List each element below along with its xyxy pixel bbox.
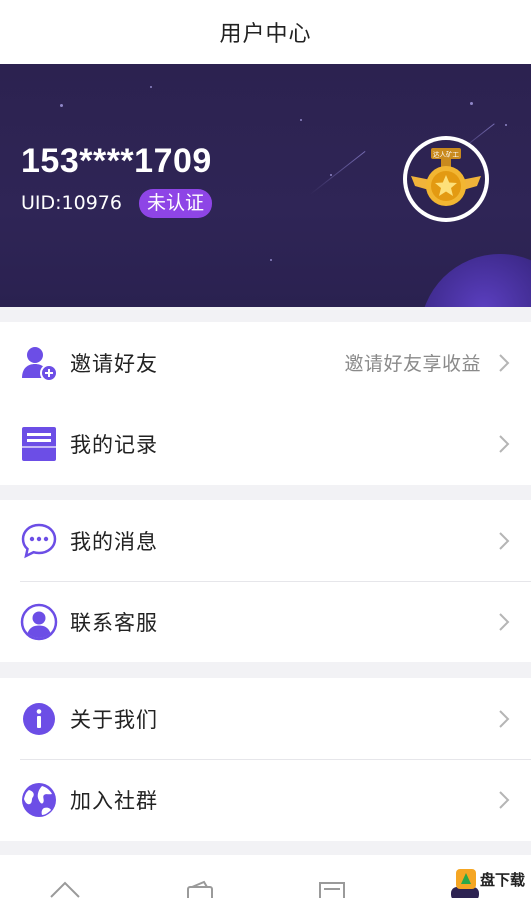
- customer-service-icon: [20, 603, 58, 641]
- chevron-right-icon: [499, 435, 510, 453]
- record-icon: [20, 425, 58, 463]
- menu-label: 我的消息: [70, 529, 158, 554]
- chevron-right-icon: [499, 710, 510, 728]
- planet-decoration: [420, 254, 531, 307]
- menu-group-3: 关于我们 加入社群: [0, 678, 531, 841]
- menu-label: 加入社群: [70, 788, 158, 813]
- chevron-right-icon: [499, 613, 510, 631]
- logo-icon: [455, 869, 476, 889]
- menu-group-2: 我的消息 联系客服: [0, 500, 531, 662]
- info-icon: [20, 700, 58, 738]
- user-uid: UID:10976: [21, 192, 122, 214]
- chevron-right-icon: [499, 791, 510, 809]
- message-icon: [20, 522, 58, 560]
- profile-header: 153****1709 UID:10976 未认证 达人矿工: [0, 64, 531, 307]
- menu-label: 我的记录: [70, 432, 158, 457]
- user-phone: 153****1709: [21, 142, 212, 180]
- page-title: 用户中心: [219, 22, 312, 47]
- menu-item-my-records[interactable]: 我的记录: [0, 403, 531, 484]
- watermark-logo: 盘下载: [455, 868, 525, 890]
- verify-status-badge[interactable]: 未认证: [139, 189, 213, 218]
- menu-label: 联系客服: [70, 610, 158, 635]
- menu-label: 邀请好友: [70, 351, 158, 376]
- watermark-text: 盘下载: [479, 870, 525, 889]
- medal-label: 达人矿工: [433, 150, 460, 159]
- menu-item-join-community[interactable]: 加入社群: [0, 759, 531, 840]
- menu-group-1: 邀请好友 邀请好友享收益 我的记录: [0, 322, 531, 485]
- home-icon[interactable]: [45, 877, 85, 898]
- menu-item-invite-friends[interactable]: 邀请好友 邀请好友享收益: [0, 322, 531, 403]
- list-icon[interactable]: [312, 877, 352, 898]
- chevron-right-icon: [499, 532, 510, 550]
- menu-label: 关于我们: [70, 707, 158, 732]
- bottom-tab-bar: [0, 855, 531, 898]
- medal-icon[interactable]: 达人矿工: [401, 134, 491, 224]
- title-bar: 用户中心: [0, 0, 531, 64]
- globe-icon: [20, 781, 58, 819]
- wallet-icon[interactable]: [180, 877, 220, 898]
- chevron-right-icon: [499, 354, 510, 372]
- add-friend-icon: [20, 344, 58, 382]
- menu-item-about-us[interactable]: 关于我们: [0, 678, 531, 759]
- menu-item-my-messages[interactable]: 我的消息: [0, 500, 531, 581]
- menu-hint: 邀请好友享收益: [344, 353, 481, 375]
- menu-item-customer-service[interactable]: 联系客服: [0, 581, 531, 662]
